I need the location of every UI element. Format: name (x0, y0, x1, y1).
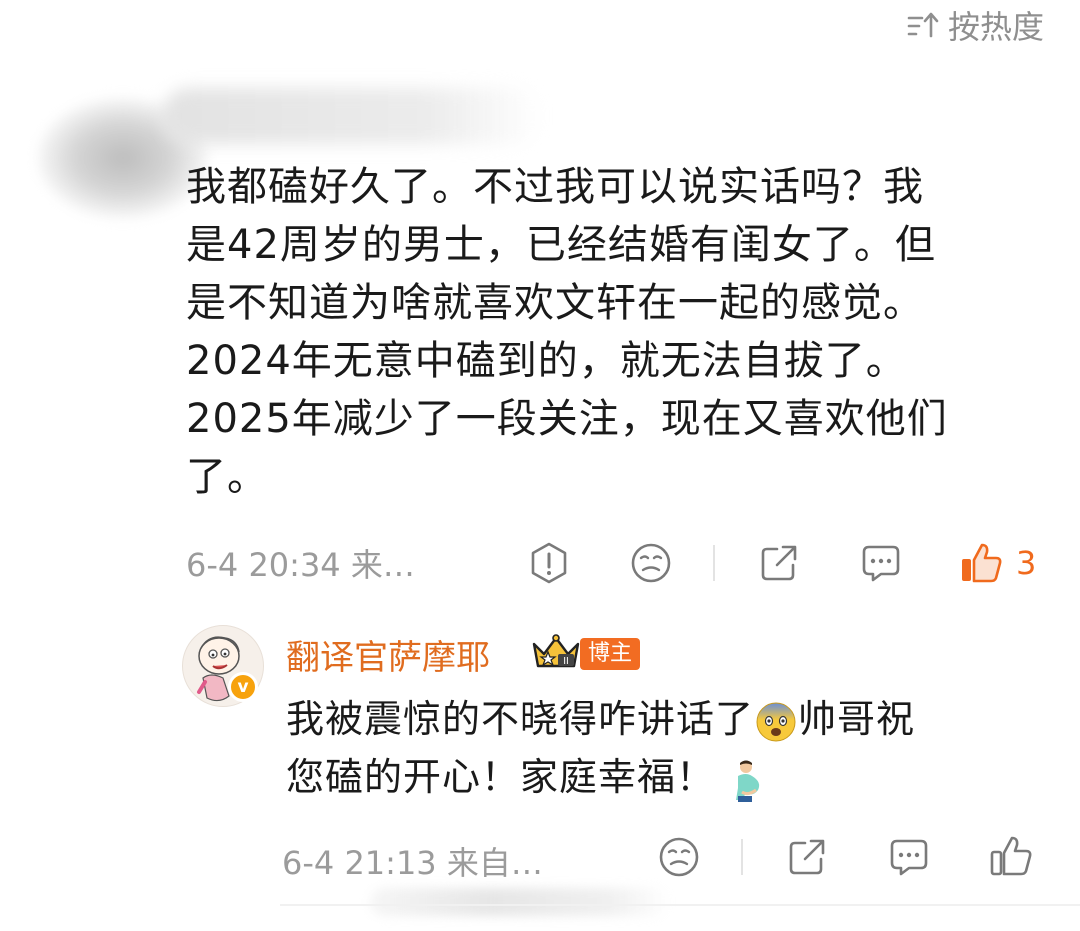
comment-line: 2025年减少了一段关注，现在又喜欢他们 (186, 396, 948, 442)
comment-timestamp: 6-4 20:34 来… (186, 546, 415, 584)
blurred-username (162, 88, 542, 144)
blurred-avatar (38, 98, 208, 218)
pregnant-man-emoji-icon (736, 760, 760, 802)
verified-badge-icon: v (228, 672, 258, 702)
comment-icon (862, 545, 900, 582)
separator-line (280, 904, 1080, 906)
report-button[interactable] (526, 540, 572, 586)
comment-body: 我都磕好久了。不过我可以说实话吗？我 是42周岁的男士，已经结婚有闺女了。但 是… (186, 158, 1046, 506)
comment-icon (890, 839, 928, 876)
reply-line-part: 我被震惊的不晓得咋讲话了 (286, 697, 755, 741)
comment-line: 我都磕好久了。不过我可以说实话吗？我 (186, 164, 924, 210)
reply-dislike-button[interactable] (656, 834, 702, 880)
like-icon (962, 543, 1002, 583)
reply-timestamp: 6-4 21:13 来自… (282, 844, 543, 882)
blurred-footer-text (370, 888, 670, 916)
reply-line: 我被震惊的不晓得咋讲话了 帅哥祝 (286, 690, 1046, 748)
comment-button[interactable] (858, 540, 904, 586)
reply-line-part: 帅哥祝 (798, 697, 916, 741)
like-icon (990, 836, 1032, 876)
report-icon (531, 542, 567, 584)
comment-line: 是不知道为啥就喜欢文轩在一起的感觉。 (186, 280, 924, 326)
dislike-icon (631, 543, 671, 583)
share-icon (789, 839, 825, 875)
crown-rank-icon: II (532, 634, 580, 668)
share-button[interactable] (756, 540, 802, 586)
action-divider (713, 545, 715, 581)
reply-share-button[interactable] (784, 834, 830, 880)
comment-line: 是42周岁的男士，已经结婚有闺女了。但 (186, 222, 936, 268)
sort-label: 按热度 (947, 8, 1044, 46)
like-button[interactable]: 3 (958, 538, 1048, 588)
sort-by-hot-button[interactable]: 按热度 (906, 2, 1044, 48)
reply-like-button[interactable] (988, 832, 1034, 880)
comment-meta-row: 6-4 20:34 来… (186, 540, 415, 586)
reply-meta-row: 6-4 21:13 来自… (282, 838, 543, 884)
share-icon (761, 545, 797, 581)
like-count: 3 (1016, 544, 1037, 582)
reply-line: 您磕的开心！家庭幸福！ (286, 748, 1046, 806)
reply-comment-button[interactable] (886, 834, 932, 880)
reply-body: 我被震惊的不晓得咋讲话了 帅哥祝 您磕的开心！家庭幸福！ (286, 690, 1046, 806)
shocked-face-emoji-icon (756, 702, 796, 741)
action-divider (741, 839, 743, 875)
comment-line: 2024年无意中磕到的，就无法自拔了。 (186, 338, 907, 384)
dislike-button[interactable] (628, 540, 674, 586)
sort-icon (907, 12, 939, 38)
comment-line: 了。 (186, 454, 268, 500)
reply-line-part: 您磕的开心！家庭幸福！ (286, 755, 716, 799)
svg-text:II: II (563, 656, 569, 667)
dislike-icon (659, 837, 699, 877)
blogger-badge: 博主 (580, 638, 641, 670)
reply-author-name[interactable]: 翻译官萨摩耶 (286, 630, 490, 679)
